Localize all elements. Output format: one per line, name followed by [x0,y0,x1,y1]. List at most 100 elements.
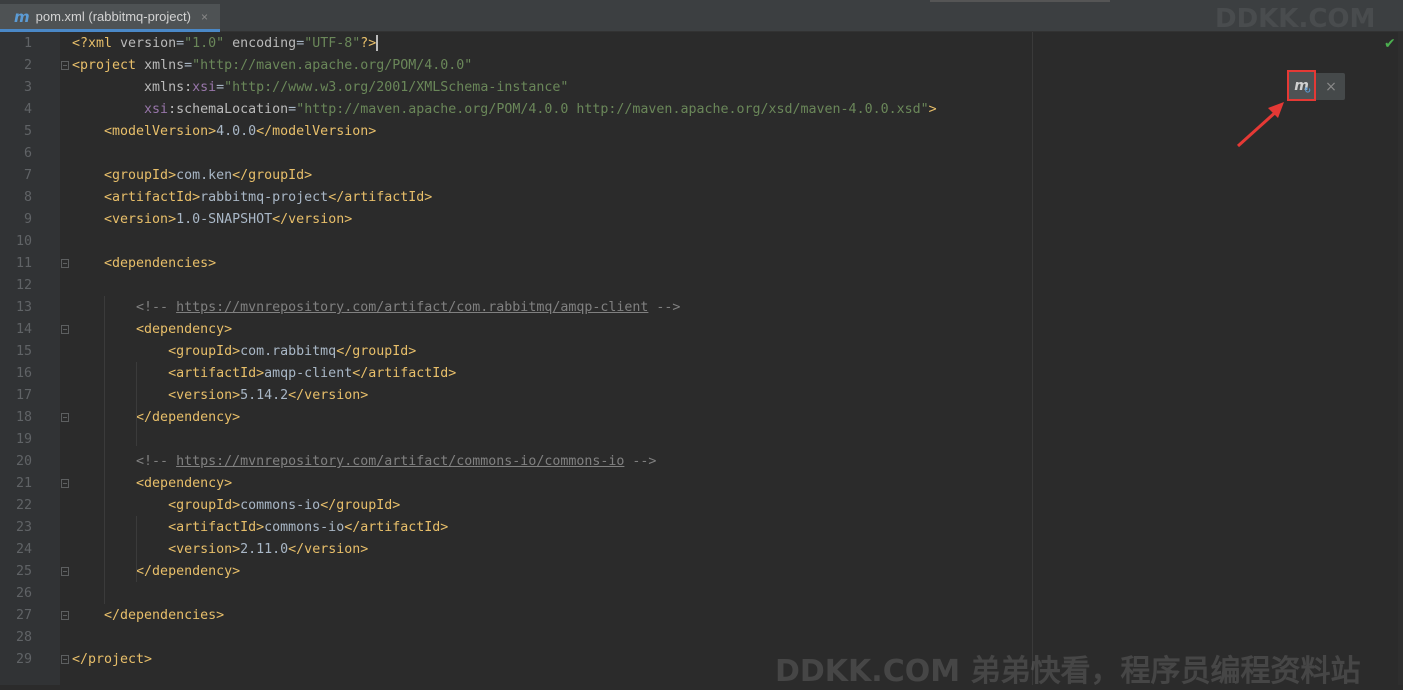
code-line[interactable]: 18 </dependency> [0,407,1403,429]
code-line[interactable]: 27 </dependencies> [0,605,1403,627]
code-line[interactable]: 23 <artifactId>commons-io</artifactId> [0,517,1403,539]
code-token: https://mvnrepository.com/artifact/com.r… [176,300,649,315]
code-text: xmlns:xsi="http://www.w3.org/2001/XMLSch… [72,77,568,99]
code-token: 5.14.2 [240,388,289,403]
code-text: <groupId>com.ken</groupId> [72,165,312,187]
line-number: 16 [15,366,32,381]
code-token: com.rabbitmq [240,344,337,359]
code-line[interactable]: 13 <!-- https://mvnrepository.com/artifa… [0,297,1403,319]
code-line[interactable]: 26 [0,583,1403,605]
code-token: </version> [272,212,353,227]
code-token: </dependency> [72,410,241,425]
code-token: </version> [288,388,369,403]
tab-close-icon[interactable]: × [201,10,208,24]
code-token: </dependencies> [72,608,225,623]
code-token: <!-- [72,454,177,469]
code-token: com.ken [176,168,233,183]
tab-title: pom.xml (rabbitmq-project) [35,9,191,24]
code-token: xmlns: [72,80,193,95]
line-number: 6 [23,146,32,161]
code-token: <version> [72,542,241,557]
code-token: <groupId> [72,344,241,359]
line-number: 23 [15,520,32,535]
fold-toggle-icon[interactable] [61,567,69,576]
maven-reload-button[interactable]: m ↻ [1287,70,1316,101]
code-line[interactable]: 5 <modelVersion>4.0.0</modelVersion> [0,121,1403,143]
code-token: xmlns [144,58,185,73]
code-text: <artifactId>amqp-client</artifactId> [72,363,456,385]
code-token: ?> [360,36,377,51]
code-token: = [288,102,297,117]
code-line[interactable]: 21 <dependency> [0,473,1403,495]
tab-pom-xml[interactable]: m pom.xml (rabbitmq-project) × [0,4,220,32]
code-line[interactable]: 2 <project xmlns="http://maven.apache.org… [0,55,1403,77]
line-number: 25 [15,564,32,579]
code-line[interactable]: 14 <dependency> [0,319,1403,341]
code-line[interactable]: 12 [0,275,1403,297]
fold-toggle-icon[interactable] [61,325,69,334]
code-line[interactable]: 17 <version>5.14.2</version> [0,385,1403,407]
code-token: "1.0" [184,36,225,51]
code-line[interactable]: 4 xsi:schemaLocation="http://maven.apach… [0,99,1403,121]
code-token: <dependency> [72,322,233,337]
code-token: = [184,58,193,73]
code-editor[interactable]: 1 <?xml version="1.0" encoding="UTF-8"?> 2… [0,32,1403,685]
code-token: https://mvnrepository.com/artifact/commo… [176,454,625,469]
watermark-bottom: DDKK.COM 弟弟快看，程序员编程资料站 [775,654,1361,689]
code-line[interactable]: 10 [0,231,1403,253]
code-token: 2.11.0 [240,542,289,557]
line-number: 10 [15,234,32,249]
code-token: <?xml [72,36,121,51]
code-token: commons-io [240,498,321,513]
line-number: 8 [23,190,32,205]
code-token: encoding [224,36,297,51]
code-text: <groupId>commons-io</groupId> [72,495,400,517]
code-text: <version>1.0-SNAPSHOT</version> [72,209,352,231]
code-line[interactable]: 22 <groupId>commons-io</groupId> [0,495,1403,517]
code-line[interactable]: 7 <groupId>com.ken</groupId> [0,165,1403,187]
line-number: 26 [15,586,32,601]
code-line[interactable]: 19 [0,429,1403,451]
code-token: </modelVersion> [256,124,377,139]
code-line[interactable]: 1 <?xml version="1.0" encoding="UTF-8"?> [0,33,1403,55]
code-token: <artifactId> [72,520,265,535]
fold-toggle-icon[interactable] [61,611,69,620]
code-token: </version> [288,542,369,557]
code-token: <modelVersion> [72,124,217,139]
code-text: </dependencies> [72,605,224,627]
code-line[interactable]: 11 <dependencies> [0,253,1403,275]
code-line[interactable]: 25 </dependency> [0,561,1403,583]
code-token: :schemaLocation [168,102,289,117]
line-number: 17 [15,388,32,403]
code-line[interactable]: 15 <groupId>com.rabbitmq</groupId> [0,341,1403,363]
code-line[interactable]: 20 <!-- https://mvnrepository.com/artifa… [0,451,1403,473]
line-number: 7 [23,168,32,183]
toolbar-divider [930,0,1110,2]
red-arrow-annotation-icon [1236,102,1284,148]
code-text: <modelVersion>4.0.0</modelVersion> [72,121,376,143]
fold-toggle-icon[interactable] [61,413,69,422]
maven-popup-close-icon[interactable]: × [1318,73,1344,100]
line-number: 2 [23,58,32,73]
code-line[interactable]: 8 <artifactId>rabbitmq-project</artifact… [0,187,1403,209]
fold-toggle-icon[interactable] [61,259,69,268]
code-line[interactable]: 24 <version>2.11.0</version> [0,539,1403,561]
line-number: 28 [15,630,32,645]
code-text: xsi:schemaLocation="http://maven.apache.… [72,99,937,121]
code-text: </dependency> [72,561,240,583]
refresh-icon: ↻ [1304,86,1311,95]
code-token: = [216,80,225,95]
code-line[interactable]: 6 [0,143,1403,165]
line-number: 20 [15,454,32,469]
code-line[interactable]: 3 xmlns:xsi="http://www.w3.org/2001/XMLS… [0,77,1403,99]
watermark-top: DDKK.COM [1215,4,1376,34]
code-line[interactable]: 9 <version>1.0-SNAPSHOT</version> [0,209,1403,231]
code-token: rabbitmq-project [200,190,329,205]
fold-toggle-icon[interactable] [61,655,69,664]
line-number: 29 [15,652,32,667]
fold-toggle-icon[interactable] [61,479,69,488]
fold-toggle-icon[interactable] [61,61,69,70]
code-line[interactable]: 16 <artifactId>amqp-client</artifactId> [0,363,1403,385]
code-token: amqp-client [264,366,353,381]
code-token: > [928,102,937,117]
